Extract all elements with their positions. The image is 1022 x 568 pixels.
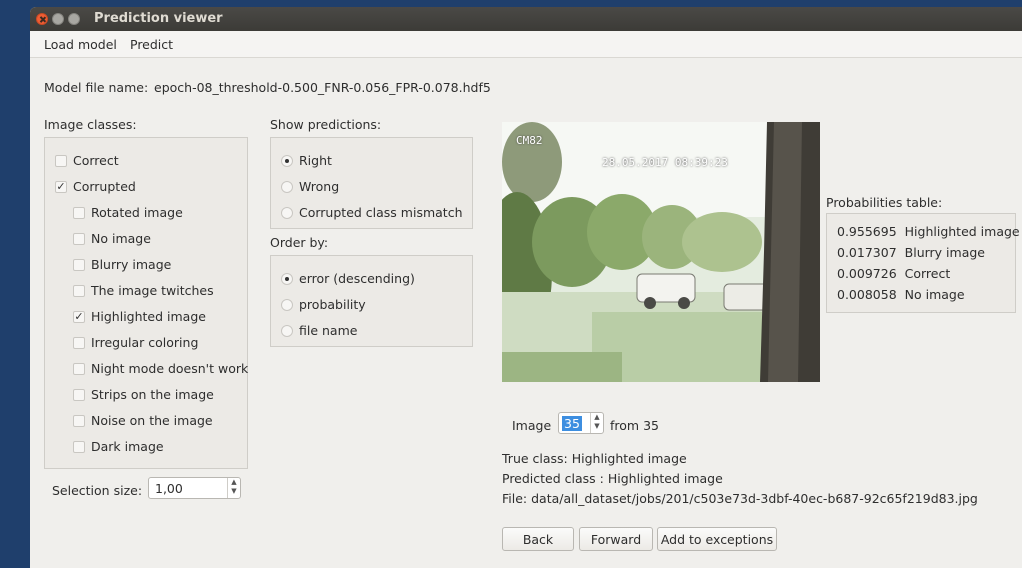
checkbox-icon[interactable] (73, 389, 85, 401)
radio-selected-icon[interactable] (281, 155, 293, 167)
image-index-spinbox[interactable]: 35 ▲ ▼ (558, 412, 604, 434)
model-file-name: epoch-08_threshold-0.500_FNR-0.056_FPR-0… (154, 80, 491, 95)
checkbox-icon[interactable] (73, 285, 85, 297)
prediction-viewer-window: Prediction viewer Load model Predict Mod… (30, 7, 1022, 568)
back-button[interactable]: Back (502, 527, 574, 551)
checkbox-icon[interactable] (55, 155, 67, 167)
show-predictions-title: Show predictions: (270, 117, 382, 132)
add-to-exceptions-button[interactable]: Add to exceptions (657, 527, 777, 551)
radio-selected-icon[interactable] (281, 273, 293, 285)
probability-class: Highlighted image (904, 224, 1020, 239)
true-class-text: True class: Highlighted image (502, 451, 687, 466)
image-classes-group: Correct ✓ Corrupted Rotated image No ima… (44, 137, 248, 469)
window-title: Prediction viewer (94, 11, 223, 26)
minimize-window-button[interactable] (52, 13, 64, 25)
selection-size-spinbox[interactable]: 1,00 ▲ ▼ (148, 477, 241, 499)
model-file-label: Model file name: (44, 80, 149, 95)
forward-button[interactable]: Forward (579, 527, 653, 551)
image-total-label: from 35 (610, 418, 659, 433)
image-classes-title: Image classes: (44, 117, 137, 132)
radio-icon[interactable] (281, 299, 293, 311)
menu-load-model[interactable]: Load model (44, 37, 117, 52)
order-by-title: Order by: (270, 235, 329, 250)
checkbox-checked-icon[interactable]: ✓ (73, 311, 85, 323)
probability-row: 0.008058 No image (837, 287, 965, 305)
radio-icon[interactable] (281, 207, 293, 219)
show-predictions-group: Right Wrong Corrupted class mismatch (270, 137, 473, 229)
predicted-class-text: Predicted class : Highlighted image (502, 471, 723, 486)
image-index-value: 35 (562, 416, 582, 431)
probability-value: 0.017307 (837, 245, 897, 260)
probability-value: 0.955695 (837, 224, 897, 239)
checkbox-icon[interactable] (73, 337, 85, 349)
probability-value: 0.008058 (837, 287, 897, 302)
file-path-text: File: data/all_dataset/jobs/201/c503e73d… (502, 491, 978, 506)
probability-row: 0.017307 Blurry image (837, 245, 985, 263)
probabilities-table: 0.955695 Highlighted image 0.017307 Blur… (826, 213, 1020, 313)
probabilities-title: Probabilities table: (826, 195, 943, 210)
prediction-image: CM82 28.05.2017 08:39:23 (502, 122, 820, 382)
menu-bar: Load model Predict (30, 31, 1022, 58)
radio-icon[interactable] (281, 181, 293, 193)
probability-class: No image (904, 287, 965, 302)
selection-size-label: Selection size: (52, 483, 143, 498)
probability-value: 0.009726 (837, 266, 897, 281)
probability-class: Blurry image (904, 245, 985, 260)
order-by-group: error (descending) probability file name (270, 255, 473, 347)
checkbox-icon[interactable] (73, 207, 85, 219)
radio-icon[interactable] (281, 325, 293, 337)
checkbox-icon[interactable] (73, 415, 85, 427)
title-bar: Prediction viewer (30, 7, 1022, 31)
checkbox-icon[interactable] (73, 363, 85, 375)
selection-size-value: 1,00 (155, 481, 183, 496)
maximize-window-button[interactable] (68, 13, 80, 25)
probability-row: 0.009726 Correct (837, 266, 950, 284)
close-window-button[interactable] (36, 13, 48, 25)
spin-arrows-icon[interactable]: ▲ ▼ (227, 478, 240, 498)
checkbox-icon[interactable] (73, 233, 85, 245)
camera-overlay-timestamp: 28.05.2017 08:39:23 (602, 156, 728, 169)
spin-arrows-icon[interactable]: ▲ ▼ (590, 413, 603, 433)
checkbox-icon[interactable] (73, 441, 85, 453)
probability-class: Correct (904, 266, 951, 281)
checkbox-checked-icon[interactable]: ✓ (55, 181, 67, 193)
camera-overlay-id: CM82 (516, 134, 543, 147)
image-index-label: Image (512, 418, 552, 433)
checkbox-icon[interactable] (73, 259, 85, 271)
probability-row: 0.955695 Highlighted image (837, 224, 1020, 242)
menu-predict[interactable]: Predict (130, 37, 173, 52)
